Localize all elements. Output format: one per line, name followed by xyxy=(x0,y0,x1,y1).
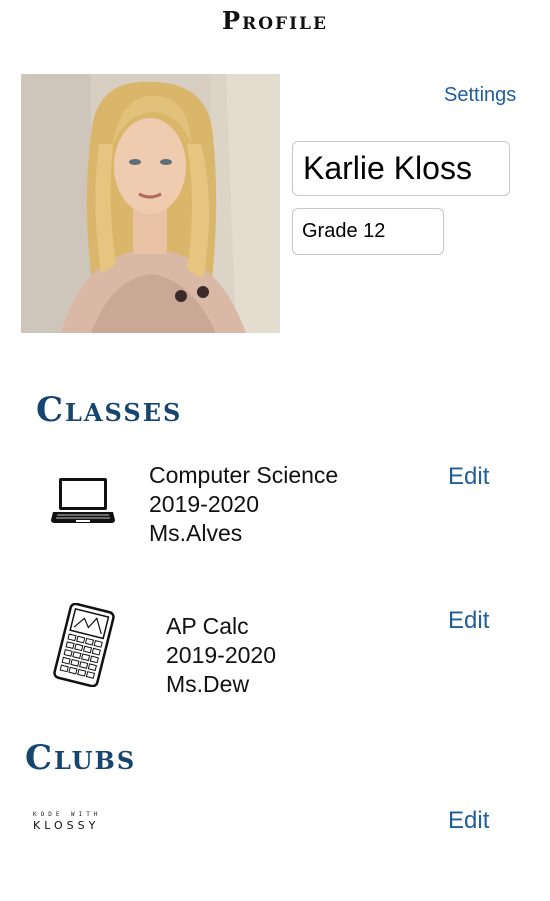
name-field[interactable] xyxy=(292,141,510,196)
class-teacher: Ms.Dew xyxy=(166,671,250,697)
page-title: Profile xyxy=(222,6,328,35)
edit-class-button[interactable]: Edit xyxy=(448,463,489,491)
class-year: 2019-2020 xyxy=(166,642,276,668)
class-name: Computer Science xyxy=(149,462,339,488)
class-info: AP Calc 2019-2020 Ms.Dew xyxy=(166,612,276,699)
edit-class-button[interactable]: Edit xyxy=(448,607,489,635)
clubs-heading: Clubs xyxy=(25,738,137,778)
classes-heading: Classes xyxy=(36,390,183,430)
class-name: AP Calc xyxy=(166,613,249,639)
club-logo-main-text: KLOSSY xyxy=(33,819,100,832)
profile-portrait-image xyxy=(21,74,280,333)
settings-link[interactable]: Settings xyxy=(444,84,516,107)
profile-photo[interactable] xyxy=(21,74,280,333)
class-info: Computer Science 2019-2020 Ms.Alves xyxy=(149,461,338,548)
laptop-icon xyxy=(51,478,115,523)
club-logo-top-text: KODE WITH xyxy=(33,811,102,818)
edit-club-button[interactable]: Edit xyxy=(448,807,489,835)
grade-field[interactable] xyxy=(292,208,444,255)
class-teacher: Ms.Alves xyxy=(149,520,243,546)
class-year: 2019-2020 xyxy=(149,491,259,517)
kode-with-klossy-logo: KODE WITH KLOSSY xyxy=(33,811,113,832)
calculator-icon xyxy=(53,603,115,687)
